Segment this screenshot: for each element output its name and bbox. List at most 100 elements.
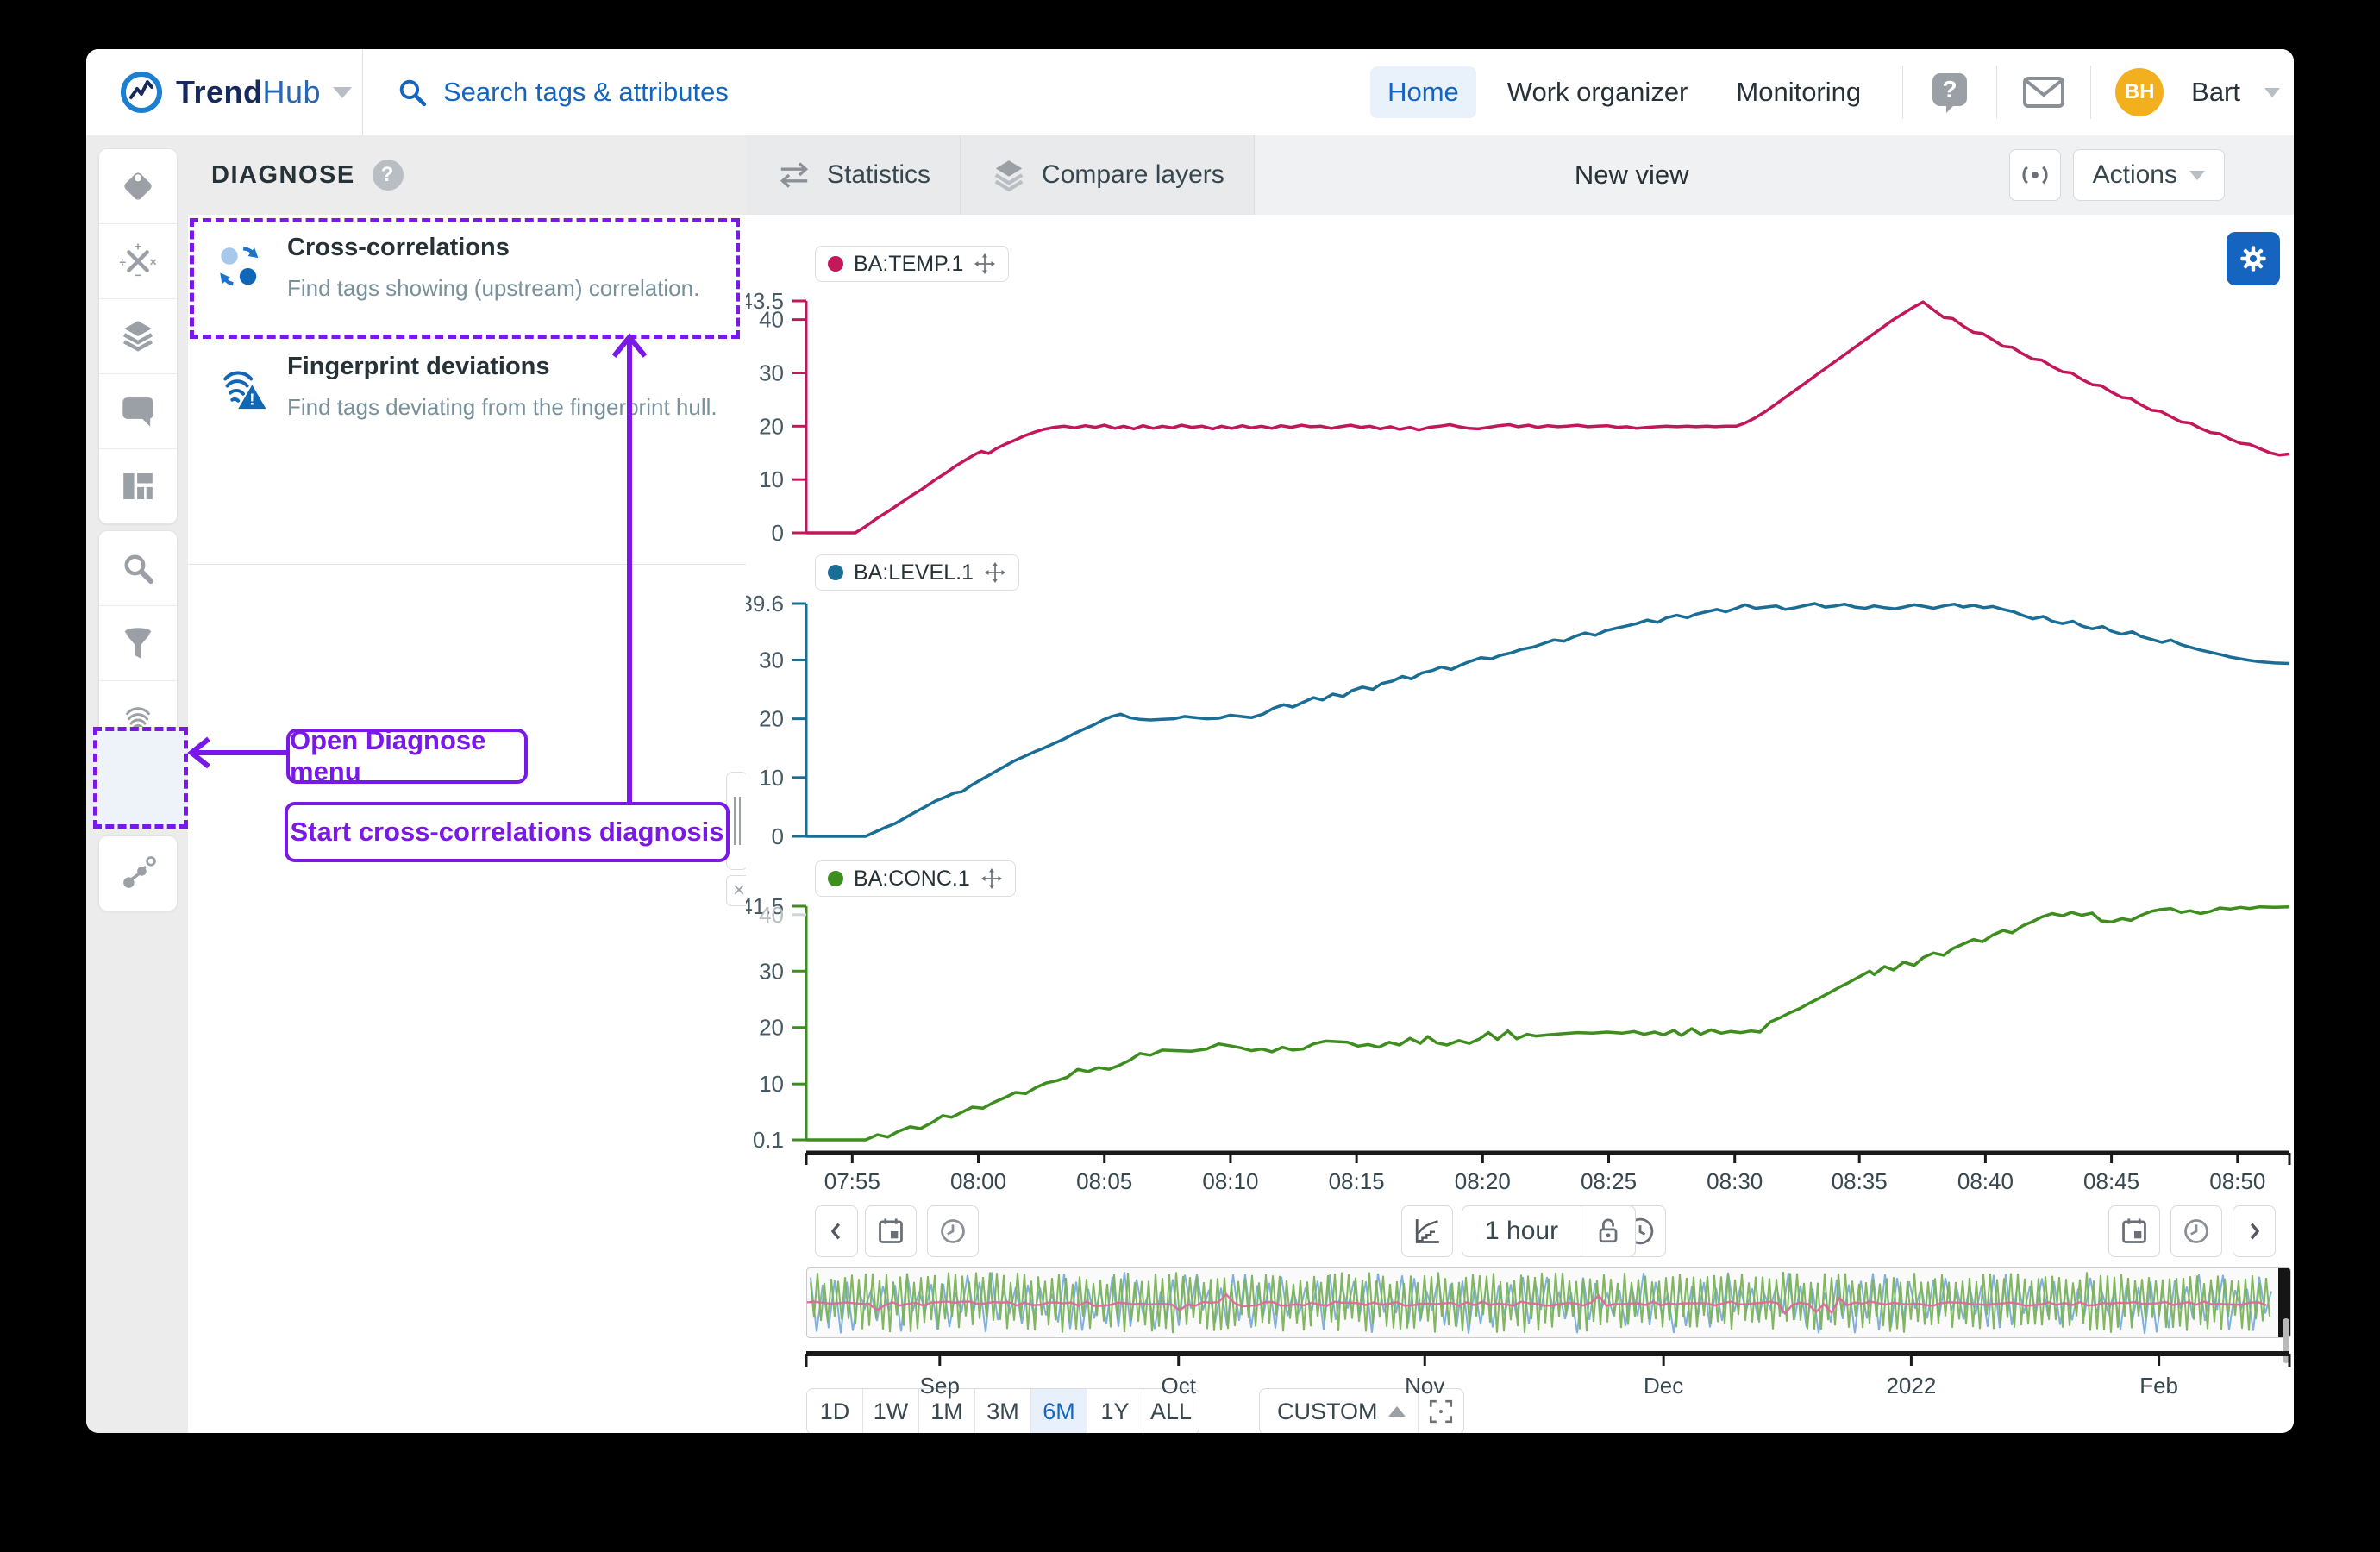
svg-text:Dec: Dec	[1644, 1373, 1683, 1399]
statistics-button[interactable]: Statistics	[746, 135, 961, 215]
series-label: BA:LEVEL.1	[854, 560, 974, 585]
svg-text:Sep: Sep	[920, 1373, 960, 1399]
sidebar-tool-nodes[interactable]	[99, 836, 177, 911]
view-title: New view	[1255, 135, 2009, 215]
global-search[interactable]: Search tags & attributes	[395, 49, 729, 135]
svg-text:20: 20	[759, 706, 784, 732]
svg-text:08:45: 08:45	[2083, 1168, 2139, 1194]
tool-group	[98, 835, 178, 911]
app-logo[interactable]: TrendHub	[119, 49, 352, 135]
topbar-divider	[362, 49, 363, 135]
svg-text:08:50: 08:50	[2209, 1168, 2265, 1194]
dashboard-icon	[118, 466, 158, 506]
overview-month-axis: SepOctNovDec2022Feb	[746, 1349, 2294, 1404]
pan-right-button[interactable]	[2233, 1205, 2276, 1257]
context-overview-bar[interactable]	[806, 1267, 2291, 1338]
nav-item-work-organizer[interactable]: Work organizer	[1490, 66, 1706, 118]
tool-group	[98, 530, 178, 756]
svg-text:Nov: Nov	[1405, 1373, 1444, 1399]
nav-item-home[interactable]: Home	[1370, 66, 1476, 118]
sidebar-tool-tag[interactable]	[99, 149, 177, 224]
chart-BA:LEVEL.1[interactable]: 39.63020100	[746, 584, 2294, 852]
actions-button[interactable]: Actions	[2073, 149, 2225, 201]
svg-text:08:40: 08:40	[1957, 1168, 2014, 1194]
diagnose-item-fingerprint-deviations[interactable]: ! Fingerprint deviations Find tags devia…	[188, 337, 746, 453]
live-broadcast-button[interactable]	[2009, 149, 2061, 201]
diagnose-header-bar: DIAGNOSE ?	[86, 135, 746, 216]
svg-text:08:10: 08:10	[1202, 1168, 1258, 1194]
mail-icon[interactable]	[2021, 75, 2066, 110]
svg-text:40: 40	[759, 902, 784, 928]
svg-text:30: 30	[759, 360, 784, 385]
svg-text:?: ?	[1943, 76, 1957, 103]
set-start-date-button[interactable]	[865, 1205, 917, 1257]
fingerprint-warning-icon: !	[217, 363, 269, 419]
layers-icon	[118, 316, 158, 356]
svg-text:08:15: 08:15	[1329, 1168, 1385, 1194]
legend-chip-BA:TEMP.1[interactable]: BA:TEMP.1	[815, 246, 1009, 282]
set-start-time-button[interactable]	[927, 1205, 979, 1257]
move-icon	[974, 253, 996, 275]
sidebar-tool-layers[interactable]	[99, 299, 177, 374]
set-end-date-button[interactable]	[2108, 1205, 2160, 1257]
actions-chevron-down-icon	[2189, 171, 2205, 180]
calendar-icon	[875, 1216, 906, 1247]
topbar-right: Home Work organizerMonitoring ? BH Bart	[1370, 49, 2280, 135]
chart-type-button[interactable]	[1401, 1205, 1453, 1257]
comment-icon	[118, 391, 158, 431]
sidebar-tool-comment[interactable]	[99, 374, 177, 449]
series-label: BA:TEMP.1	[854, 252, 963, 277]
highlight-diagnose-tool-box	[93, 727, 188, 829]
diagnose-help-icon[interactable]: ?	[373, 160, 404, 191]
svg-text:30: 30	[759, 958, 784, 984]
chart-toolbar: Statistics Compare layers New view	[746, 135, 2294, 216]
compare-layers-button[interactable]: Compare layers	[961, 135, 1255, 215]
chart-settings-button[interactable]	[2227, 232, 2280, 285]
set-end-time-button[interactable]	[2170, 1205, 2222, 1257]
series-color-dot	[828, 565, 843, 580]
svg-text:0: 0	[772, 823, 784, 849]
lock-duration-button[interactable]	[1581, 1216, 1635, 1247]
sidebar-tool-search[interactable]	[99, 531, 177, 606]
svg-text:20: 20	[759, 1015, 784, 1041]
chart-BA:CONC.1[interactable]: 41.53020100.140	[746, 890, 2294, 1155]
annotation-start-cross-correlations: Start cross-correlations diagnosis	[285, 802, 730, 862]
lock-icon	[1593, 1216, 1624, 1247]
svg-text:07:55: 07:55	[824, 1168, 880, 1194]
formula-icon: +−÷×	[118, 241, 158, 281]
svg-text:08:25: 08:25	[1581, 1168, 1637, 1194]
user-menu-chevron-down-icon[interactable]	[2264, 88, 2280, 97]
nav-item-monitoring[interactable]: Monitoring	[1719, 66, 1878, 118]
clock-icon	[937, 1216, 968, 1247]
svg-text:Feb: Feb	[2139, 1373, 2178, 1399]
user-name[interactable]: Bart	[2191, 77, 2240, 108]
pan-left-button[interactable]	[815, 1205, 858, 1257]
chart-BA:TEMP.1[interactable]: 43.5403020100	[746, 282, 2294, 548]
brand-chevron-down-icon[interactable]	[333, 87, 352, 98]
avatar[interactable]: BH	[2115, 68, 2164, 116]
svg-text:08:20: 08:20	[1455, 1168, 1511, 1194]
svg-text:10: 10	[759, 765, 784, 791]
highlight-cross-correlations-box	[190, 218, 740, 339]
search-icon	[118, 548, 158, 588]
custom-chevron-up-icon	[1388, 1406, 1406, 1417]
broadcast-icon	[2018, 160, 2052, 190]
diagnose-item-title: Fingerprint deviations	[287, 353, 550, 381]
help-icon[interactable]: ?	[1927, 68, 1972, 116]
duration-control[interactable]: 1 hour	[1462, 1205, 1636, 1257]
sidebar-tool-filter[interactable]	[99, 606, 177, 681]
svg-text:2022: 2022	[1886, 1373, 1936, 1399]
svg-text:!: !	[249, 390, 254, 408]
diagnose-item-desc: Find tags deviating from the fingerprint…	[287, 394, 717, 421]
sidebar-tool-formula[interactable]: +−÷×	[99, 224, 177, 299]
series-label: BA:CONC.1	[854, 867, 970, 892]
duration-value[interactable]: 1 hour	[1462, 1217, 1581, 1246]
trend-chart-icon	[1412, 1216, 1443, 1247]
sidebar-tool-dashboard[interactable]	[99, 449, 177, 523]
search-input[interactable]: Search tags & attributes	[443, 77, 729, 108]
svg-text:10: 10	[759, 1071, 784, 1097]
svg-text:08:00: 08:00	[950, 1168, 1006, 1194]
diagnose-panel-title: DIAGNOSE	[211, 161, 355, 190]
clock-icon	[2181, 1216, 2212, 1247]
topbar-divider	[2090, 66, 2091, 119]
